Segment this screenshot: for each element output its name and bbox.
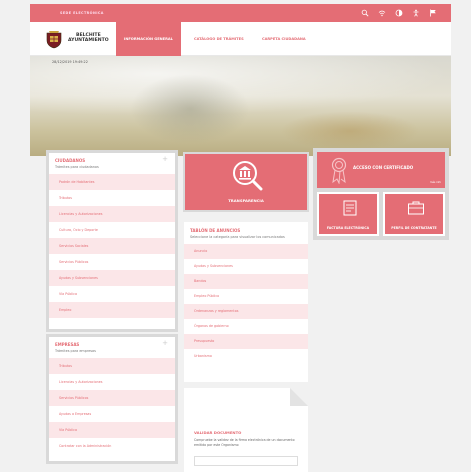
list-item[interactable]: Empleo — [49, 302, 175, 318]
list-item[interactable]: Padrón de Habitantes — [49, 174, 175, 190]
tablon-title: TABLÓN DE ANUNCIOS — [190, 228, 241, 233]
validar-documento-card: VALIDAR DOCUMENTO Compruebe la validez d… — [184, 388, 308, 472]
brand-line-2: AYUNTAMIENTO — [68, 38, 109, 44]
ciudadanos-list: Padrón de Habitantes Tributos Licencias … — [49, 174, 175, 318]
list-item[interactable]: Ayudas y Subvenciones — [184, 259, 308, 274]
ciudadanos-header: CIUDADANOS + Trámites para ciudadanos — [49, 153, 175, 169]
perfil-contratante-button[interactable]: PERFIL DE CONTRATANTE — [383, 192, 445, 236]
top-icons — [361, 9, 437, 17]
list-item[interactable]: Urbanismo — [184, 349, 308, 364]
page-fold-icon — [290, 388, 308, 406]
list-item[interactable]: Empleo Público — [184, 289, 308, 304]
ciudadanos-panel: CIUDADANOS + Trámites para ciudadanos Pa… — [46, 150, 178, 332]
list-item[interactable]: Órganos de gobierno — [184, 319, 308, 334]
invoice-icon — [343, 200, 357, 216]
validation-code-input[interactable] — [194, 456, 298, 466]
list-item[interactable]: Licencias y Autorizaciones — [49, 206, 175, 222]
tablon-subtitle: Seleccione la categoría para visualizar … — [190, 235, 285, 239]
coat-of-arms-logo[interactable] — [44, 29, 64, 49]
list-item[interactable]: Tributos — [49, 358, 175, 374]
empresas-title: EMPRESAS — [55, 342, 80, 347]
list-item[interactable]: Ayudas a Empresas — [49, 406, 175, 422]
top-bar: SEDE ELECTRÓNICA — [30, 4, 451, 22]
empresas-panel: EMPRESAS + Trámites para empresas Tribut… — [46, 334, 178, 464]
hero-banner: 28/12/2019 19:49:22 — [30, 56, 451, 156]
hero-datetime: 28/12/2019 19:49:22 — [52, 60, 88, 64]
certificate-medal-icon — [331, 157, 347, 184]
tab-catalogo-tramites[interactable]: CATÁLOGO DE TRÁMITES — [186, 22, 252, 56]
tablon-header: TABLÓN DE ANUNCIOS Seleccione la categor… — [184, 222, 308, 239]
main-nav: BELCHITE AYUNTAMIENTO INFORMACIÓN GENERA… — [30, 22, 451, 56]
hero-field — [280, 111, 420, 151]
validar-description: Compruebe la validez de la firma electró… — [194, 438, 295, 447]
tablon-list: Anuncio Ayudas y Subvenciones Bandos Emp… — [184, 244, 308, 364]
plus-icon[interactable]: + — [162, 339, 168, 347]
list-item[interactable]: Servicios Públicos — [49, 254, 175, 270]
wifi-icon[interactable] — [378, 9, 386, 17]
factura-label: FACTURA ELECTRÓNICA — [326, 226, 370, 230]
list-item[interactable]: Ordenanzas y reglamentos — [184, 304, 308, 319]
right-column: ACCESO CON CERTIFICADO más info FACTURA … — [313, 148, 449, 240]
flag-icon[interactable] — [429, 9, 437, 17]
list-item[interactable]: Tributos — [49, 190, 175, 206]
factura-electronica-button[interactable]: FACTURA ELECTRÓNICA — [317, 192, 379, 236]
acceso-label: ACCESO CON CERTIFICADO — [353, 165, 414, 170]
transparencia-button[interactable]: TRANSPARENCIA — [183, 152, 309, 212]
validar-title: VALIDAR DOCUMENTO — [194, 430, 242, 435]
ciudadanos-subtitle: Trámites para ciudadanos — [55, 165, 99, 169]
list-item[interactable]: Servicios Públicos — [49, 390, 175, 406]
site-label: SEDE ELECTRÓNICA — [60, 11, 104, 15]
acceso-certificado-button[interactable]: ACCESO CON CERTIFICADO más info — [317, 152, 445, 188]
list-item[interactable]: Licencias y Autorizaciones — [49, 374, 175, 390]
transparencia-label: TRANSPARENCIA — [228, 198, 264, 203]
accessibility-icon[interactable] — [412, 9, 420, 17]
perfil-label: PERFIL DE CONTRATANTE — [391, 226, 437, 230]
empresas-list: Tributos Licencias y Autorizaciones Serv… — [49, 358, 175, 454]
contrast-icon[interactable] — [395, 9, 403, 17]
list-item[interactable]: Vía Pública — [49, 286, 175, 302]
ciudadanos-title: CIUDADANOS — [55, 158, 86, 163]
empresas-subtitle: Trámites para empresas — [55, 349, 96, 353]
empresas-header: EMPRESAS + Trámites para empresas — [49, 337, 175, 353]
tab-informacion-general[interactable]: INFORMACIÓN GENERAL — [116, 22, 181, 56]
list-item[interactable]: Cultura, Ocio y Deporte — [49, 222, 175, 238]
brand-name[interactable]: BELCHITE AYUNTAMIENTO — [68, 33, 109, 43]
list-item[interactable]: Vía Pública — [49, 422, 175, 438]
list-item[interactable]: Bandos — [184, 274, 308, 289]
hero-tree — [130, 74, 250, 144]
tablon-panel: TABLÓN DE ANUNCIOS Seleccione la categor… — [184, 222, 308, 382]
list-item[interactable]: Servicios Sociales — [49, 238, 175, 254]
tab-carpeta-ciudadana[interactable]: CARPETA CIUDADANA — [254, 22, 314, 56]
more-info-link[interactable]: más info — [430, 181, 441, 184]
list-item[interactable]: Ayudas y Subvenciones — [49, 270, 175, 286]
list-item[interactable]: Contratar con la Administración — [49, 438, 175, 454]
plus-icon[interactable]: + — [162, 155, 168, 163]
briefcase-icon — [408, 201, 424, 215]
list-item[interactable]: Anuncio — [184, 244, 308, 259]
magnifier-building-icon — [233, 161, 263, 191]
search-icon[interactable] — [361, 9, 369, 17]
list-item[interactable]: Presupuesto — [184, 334, 308, 349]
